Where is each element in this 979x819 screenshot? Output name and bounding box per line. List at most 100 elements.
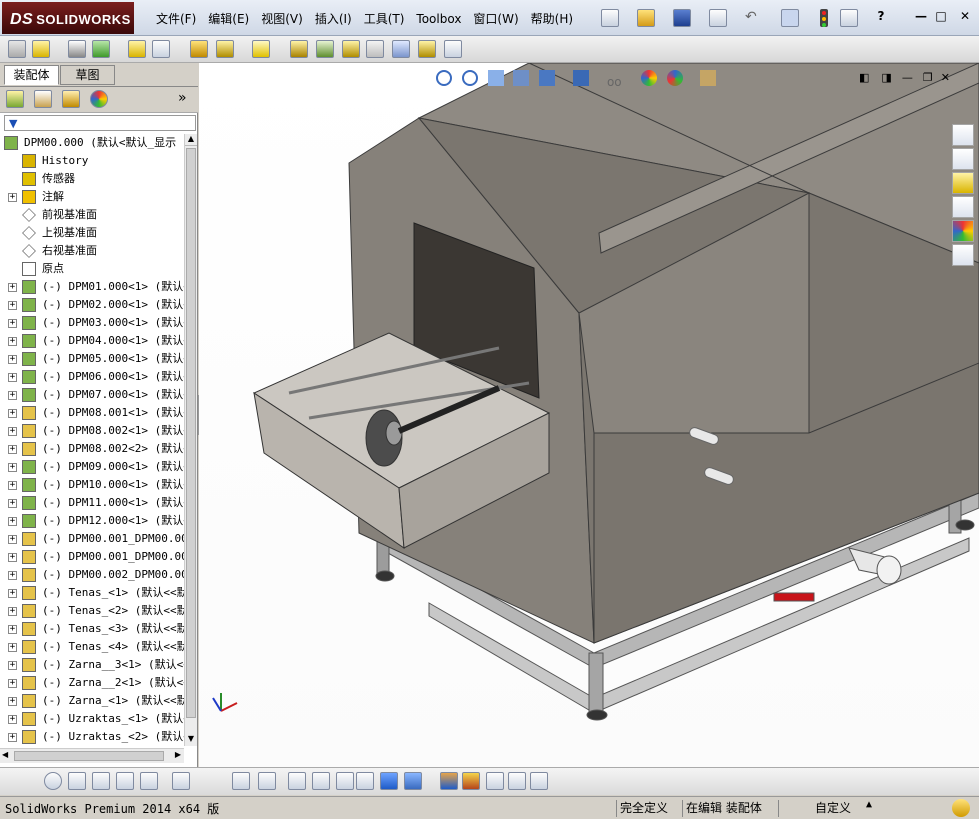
expand-plus-icon[interactable]: + [8, 625, 17, 634]
tile-left-icon[interactable]: ◧ [859, 71, 869, 84]
show-hidden-icon[interactable] [190, 40, 208, 58]
corner-tool-icon[interactable] [232, 772, 250, 790]
scroll-down-icon[interactable]: ▼ [185, 734, 197, 746]
expand-plus-icon[interactable]: + [8, 373, 17, 382]
move-component-icon[interactable] [152, 40, 170, 58]
line-tool-icon[interactable] [68, 772, 86, 790]
cube-view-icon[interactable] [404, 772, 422, 790]
assembly-features-icon[interactable] [216, 40, 234, 58]
expand-plus-icon[interactable]: + [8, 517, 17, 526]
tab-assembly[interactable]: 装配体 [4, 65, 59, 85]
units-chevron-icon[interactable]: ▲ [866, 799, 872, 810]
triangle-tool-icon[interactable] [336, 772, 354, 790]
display-style-icon[interactable] [573, 70, 590, 86]
rebuild-status-icon[interactable] [952, 799, 970, 817]
zoom-to-fit-icon[interactable] [436, 70, 452, 86]
menu-file[interactable]: 文件(F) [150, 10, 202, 28]
mate-icon[interactable] [68, 40, 86, 58]
polygon-tool-icon[interactable] [92, 772, 110, 790]
measure-icon[interactable] [508, 772, 526, 790]
horizontal-scroll-thumb[interactable] [14, 751, 164, 761]
new-motion-study-icon[interactable] [290, 40, 308, 58]
smart-fasteners-icon[interactable] [128, 40, 146, 58]
expand-plus-icon[interactable]: + [8, 463, 17, 472]
expand-plus-icon[interactable]: + [8, 445, 17, 454]
menu-insert[interactable]: 插入(I) [309, 10, 358, 28]
previous-view-icon[interactable] [487, 70, 504, 86]
menu-edit[interactable]: 编辑(E) [202, 10, 255, 28]
viewport-restore-icon[interactable]: ❐ [923, 71, 933, 84]
section-view-icon[interactable] [513, 70, 530, 86]
table-icon[interactable] [530, 772, 548, 790]
menu-window[interactable]: 窗口(W) [467, 10, 524, 28]
expand-plus-icon[interactable]: + [8, 535, 17, 544]
save-icon[interactable] [673, 9, 691, 27]
custom-properties-icon[interactable] [952, 244, 974, 266]
hole-alignment-icon[interactable] [444, 40, 462, 58]
print-icon[interactable] [709, 9, 727, 27]
edit-appearance-icon[interactable] [640, 70, 657, 86]
3d-box-icon[interactable] [356, 772, 374, 790]
graphics-viewport[interactable]: oo ◧ ◨ — ❐ ✕ [199, 62, 979, 767]
linear-pattern-icon[interactable] [92, 40, 110, 58]
menu-help[interactable]: 帮助(H) [525, 10, 579, 28]
view-settings-icon[interactable] [700, 70, 717, 86]
expand-plus-icon[interactable]: + [8, 391, 17, 400]
configuration-manager-icon[interactable] [62, 90, 80, 108]
expand-plus-icon[interactable]: + [8, 553, 17, 562]
expand-plus-icon[interactable]: + [8, 643, 17, 652]
expand-plus-icon[interactable]: + [8, 409, 17, 418]
display-manager-icon[interactable] [90, 90, 108, 108]
file-explorer-icon[interactable] [952, 172, 974, 194]
tree-vertical-scrollbar[interactable]: ▲ ▼ [184, 134, 197, 746]
expand-chevron-icon[interactable]: » [178, 90, 187, 106]
new-document-icon[interactable] [601, 9, 619, 27]
rebuild-traffic-light-icon[interactable] [820, 9, 828, 27]
tree-horizontal-scrollbar[interactable]: ◀ ▶ [0, 748, 184, 763]
instant3d-icon[interactable] [462, 772, 480, 790]
expand-plus-icon[interactable]: + [8, 319, 17, 328]
open-folder-icon[interactable] [637, 9, 655, 27]
help-button[interactable]: ? [872, 9, 890, 25]
expand-plus-icon[interactable]: + [8, 283, 17, 292]
grid-tool-icon[interactable] [312, 772, 330, 790]
bill-of-materials-icon[interactable] [316, 40, 334, 58]
scroll-up-icon[interactable]: ▲ [185, 134, 197, 146]
undo-icon[interactable]: ↶ [745, 9, 763, 27]
edit-component-icon[interactable] [8, 40, 26, 58]
expand-plus-icon[interactable]: + [8, 661, 17, 670]
scroll-left-icon[interactable]: ◀ [2, 750, 8, 759]
circle-tool-icon[interactable] [44, 772, 62, 790]
trim-tool-icon[interactable] [116, 772, 134, 790]
expand-plus-icon[interactable]: + [8, 301, 17, 310]
expand-plus-icon[interactable]: + [8, 679, 17, 688]
close-button[interactable]: ✕ [956, 9, 974, 25]
expand-plus-icon[interactable]: + [8, 355, 17, 364]
expand-plus-icon[interactable]: + [8, 571, 17, 580]
solidworks-logo[interactable]: DS SOLIDWORKS [2, 2, 134, 34]
design-library-icon[interactable] [952, 148, 974, 170]
feature-manager-icon[interactable] [6, 90, 24, 108]
scroll-thumb[interactable] [186, 148, 196, 718]
assembly-explode-icon[interactable] [440, 772, 458, 790]
menu-toolbox[interactable]: Toolbox [410, 10, 467, 28]
reference-geometry-icon[interactable] [252, 40, 270, 58]
property-manager-icon[interactable] [34, 90, 52, 108]
filter-icon[interactable]: ▼ [5, 117, 17, 130]
filter-bar[interactable]: ▼ [4, 115, 196, 131]
tab-sketch[interactable]: 草图 [60, 65, 115, 85]
viewport-minimize-icon[interactable]: — [902, 71, 913, 84]
expand-plus-icon[interactable]: + [8, 193, 17, 202]
apply-scene-icon[interactable] [666, 70, 683, 86]
expand-plus-icon[interactable]: + [8, 607, 17, 616]
view-palette-icon[interactable] [952, 196, 974, 218]
minimize-button[interactable]: — [912, 9, 930, 25]
appearances-icon[interactable] [952, 220, 974, 242]
move-triad-icon[interactable] [486, 772, 504, 790]
file-properties-icon[interactable] [840, 9, 858, 27]
view-orientation-icon[interactable] [539, 70, 556, 86]
3d-model-view[interactable] [199, 62, 979, 767]
expand-plus-icon[interactable]: + [8, 481, 17, 490]
tile-right-icon[interactable]: ◨ [881, 71, 891, 84]
insert-component-icon[interactable] [32, 40, 50, 58]
